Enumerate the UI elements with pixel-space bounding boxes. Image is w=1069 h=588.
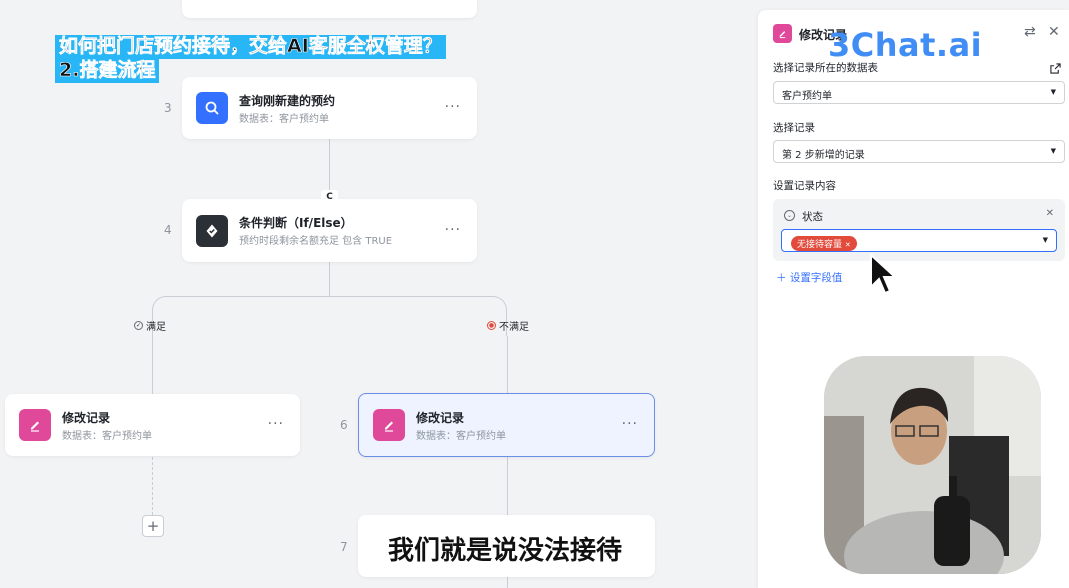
cursor-arrow-icon [869,252,898,297]
check-shield-icon [196,214,228,247]
close-circle-icon: ● [487,321,496,330]
open-external-icon[interactable] [1050,59,1061,74]
chevron-down-icon: ▼ [1042,236,1048,244]
add-field-label: 设置字段值 [789,272,843,284]
overlay-title: 如何把门店预约接待，交给AI客服全权管理？ 2.搭建流程 [55,35,446,83]
edit-icon [373,409,405,441]
field-name: 状态 [802,211,823,223]
node-title: 修改记录 [62,411,111,425]
table-select-value: 客户预约单 [782,91,832,102]
table-select[interactable]: 客户预约单 ▼ [773,81,1065,104]
status-tag-label: 无接待容量 [797,240,843,250]
chevron-down-icon: ▼ [1050,88,1056,96]
record-select[interactable]: 第 2 步新增的记录 ▼ [773,140,1065,163]
branch-label-yes: ✓ 满足 [134,318,166,333]
overlay-title-line2: 2.搭建流程 [55,58,160,83]
chevron-down-icon: ▼ [1050,147,1056,155]
field-setting-card: ⌄ 状态 ✕ 无接待容量 ✕ ▼ [773,199,1065,261]
remove-field-icon[interactable]: ✕ [1046,208,1054,219]
plus-icon: ＋ [776,272,787,284]
branch-label-no-text: 不满足 [499,322,529,333]
flow-node-partial-top[interactable] [182,0,477,18]
collapse-icon[interactable]: ⌄ [784,210,795,221]
flow-node-update-no[interactable]: 修改记录 数据表：客户预约单 ··· [358,393,655,457]
edit-icon [19,409,51,441]
flow-node-condition[interactable]: 条件判断（If/Else） 预约时段剩余名额充足 包含 TRUE ··· [182,199,477,262]
node-subtitle: 数据表：客户预约单 [62,431,152,442]
check-circle-icon: ✓ [134,321,143,330]
branch-label-no: ● 不满足 [487,318,529,333]
node-title: 查询刚新建的预约 [239,94,336,108]
brand-watermark: 3Chat.ai [828,26,983,64]
step-number-3: 3 [164,101,172,115]
step-number-4: 4 [164,223,172,237]
more-options-icon[interactable]: ··· [445,99,461,115]
flow-node-update-yes[interactable]: 修改记录 数据表：客户预约单 ··· [5,394,300,456]
node-title: 条件判断（If/Else） [239,216,353,230]
add-step-button[interactable]: + [142,515,164,537]
record-label: 选择记录 [773,122,815,134]
status-tag: 无接待容量 ✕ [791,236,857,251]
node-subtitle: 预约时段剩余名额充足 包含 TRUE [239,236,393,247]
step-number-7: 7 [340,540,348,554]
node-title: 修改记录 [416,411,465,425]
video-caption: 我们就是说没法接待 [382,528,629,569]
close-icon[interactable]: ✕ [1048,24,1060,40]
tag-remove-icon[interactable]: ✕ [845,241,851,249]
swap-icon[interactable]: ⇄ [1024,24,1036,40]
overlay-title-line1: 如何把门店预约接待，交给AI客服全权管理？ [55,35,446,59]
node-subtitle: 数据表：客户预约单 [239,114,329,125]
more-options-icon[interactable]: ··· [622,416,638,432]
more-options-icon[interactable]: ··· [268,416,284,432]
more-options-icon[interactable]: ··· [445,222,461,238]
content-label: 设置记录内容 [773,180,836,192]
branch-label-yes-text: 满足 [146,322,166,333]
add-field-button[interactable]: ＋ 设置字段值 [776,270,842,285]
flow-node-query-record[interactable]: 查询刚新建的预约 数据表：客户预约单 ··· [182,77,477,139]
record-select-value: 第 2 步新增的记录 [782,150,865,161]
edit-icon [773,24,792,43]
step-number-6: 6 [340,418,348,432]
status-value-select[interactable]: 无接待容量 ✕ ▼ [781,229,1057,252]
presenter-video [824,356,1041,574]
search-icon [196,92,228,124]
node-subtitle: 数据表：客户预约单 [416,431,506,442]
